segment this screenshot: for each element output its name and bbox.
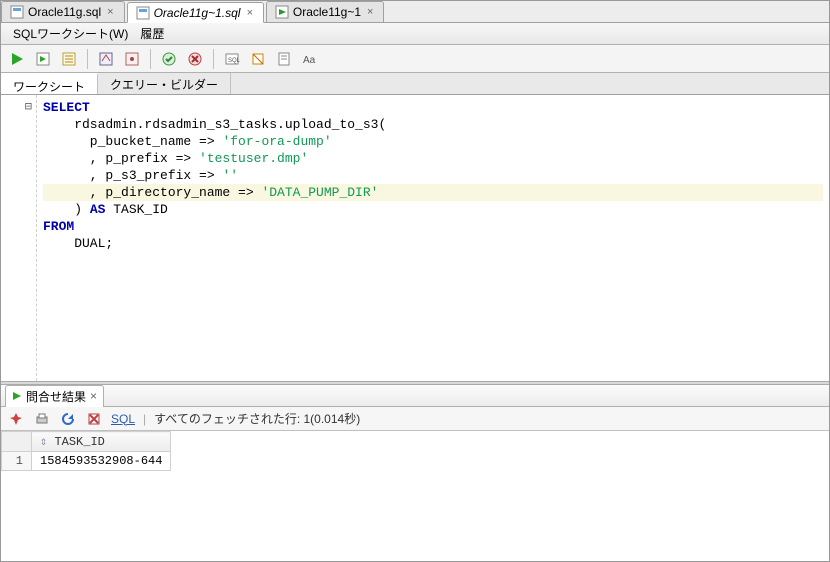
- string-literal: 'for-ora-dump': [222, 134, 331, 149]
- separator: [213, 49, 214, 69]
- pin-icon[interactable]: [7, 410, 25, 428]
- kw-from: FROM: [43, 219, 74, 234]
- result-toolbar: SQL | すべてのフェッチされた行: 1(0.014秒): [1, 407, 829, 431]
- unshared-sql-icon[interactable]: SQL: [222, 49, 242, 69]
- svg-text:Aa: Aa: [303, 55, 316, 66]
- toolbar: SQL Aa: [1, 45, 829, 73]
- autotrace-icon[interactable]: [96, 49, 116, 69]
- sql-file-icon: [10, 5, 24, 19]
- menubar: SQLワークシート(W) 履歴: [1, 23, 829, 45]
- print-icon[interactable]: [33, 410, 51, 428]
- kw-select: SELECT: [43, 100, 90, 115]
- fold-marker-icon[interactable]: ⊟: [1, 99, 36, 113]
- file-tabs: Oracle11g.sql × Oracle11g~1.sql × Oracle…: [1, 1, 829, 23]
- sql-editor[interactable]: ⊟ SELECT rdsadmin.rdsadmin_s3_tasks.uplo…: [1, 95, 829, 381]
- code-area[interactable]: SELECT rdsadmin.rdsadmin_s3_tasks.upload…: [37, 95, 829, 381]
- separator: [150, 49, 151, 69]
- clear-icon[interactable]: [248, 49, 268, 69]
- separator: [87, 49, 88, 69]
- refresh-icon[interactable]: [59, 410, 77, 428]
- run-icon[interactable]: [7, 49, 27, 69]
- result-tabs: 問合せ結果 ×: [1, 385, 829, 407]
- gutter: ⊟: [1, 95, 37, 381]
- column-label: TASK_ID: [54, 435, 104, 449]
- code-line: rdsadmin.rdsadmin_s3_tasks.upload_to_s3(: [43, 117, 386, 132]
- row-number: 1: [2, 452, 32, 471]
- file-tab-label: Oracle11g.sql: [28, 5, 101, 19]
- rownum-header[interactable]: [2, 432, 32, 452]
- code-line: DUAL;: [43, 236, 113, 251]
- file-tab-oracle11g1-sql[interactable]: Oracle11g~1.sql ×: [127, 2, 264, 23]
- sql-file-icon: [136, 6, 150, 20]
- tab-worksheet[interactable]: ワークシート: [1, 73, 98, 94]
- file-tab-label: Oracle11g~1: [293, 5, 361, 19]
- result-grid[interactable]: ⇕ TASK_ID 1 1584593532908-644: [1, 431, 829, 561]
- table-row[interactable]: 1 1584593532908-644: [2, 452, 171, 471]
- rollback-icon[interactable]: [185, 49, 205, 69]
- sql-link[interactable]: SQL: [111, 412, 135, 426]
- result-table: ⇕ TASK_ID 1 1584593532908-644: [1, 431, 171, 471]
- string-literal: 'testuser.dmp': [199, 151, 308, 166]
- menu-worksheet[interactable]: SQLワークシート(W): [7, 23, 134, 44]
- file-tab-oracle11g1-run[interactable]: Oracle11g~1 ×: [266, 1, 385, 22]
- menu-history[interactable]: 履歴: [134, 23, 170, 44]
- string-literal: 'DATA_PUMP_DIR': [261, 185, 378, 200]
- cancel-icon[interactable]: [85, 410, 103, 428]
- result-tab-label: 問合せ結果: [26, 388, 86, 405]
- svg-text:SQL: SQL: [228, 58, 240, 64]
- commit-icon[interactable]: [159, 49, 179, 69]
- results-pane: 問合せ結果 × SQL | すべてのフェッチされた行: 1(0.014秒) ⇕ …: [1, 385, 829, 561]
- file-tab-oracle11g-sql[interactable]: Oracle11g.sql ×: [1, 1, 125, 22]
- fetch-status: すべてのフェッチされた行: 1(0.014秒): [154, 410, 360, 427]
- code-line: p_bucket_name =>: [43, 134, 222, 149]
- close-icon[interactable]: ×: [105, 6, 115, 18]
- close-icon[interactable]: ×: [365, 6, 375, 18]
- code-line: , p_prefix =>: [43, 151, 199, 166]
- cell-task-id: 1584593532908-644: [32, 452, 171, 471]
- code-line: ): [43, 202, 90, 217]
- app-root: Oracle11g.sql × Oracle11g~1.sql × Oracle…: [0, 0, 830, 562]
- file-tab-label: Oracle11g~1.sql: [154, 6, 241, 20]
- close-icon[interactable]: ×: [244, 7, 254, 19]
- column-sort-icon: ⇕: [40, 435, 47, 449]
- explain-plan-icon[interactable]: [59, 49, 79, 69]
- run-file-icon: [275, 5, 289, 19]
- string-literal: '': [222, 168, 238, 183]
- run-script-icon[interactable]: [33, 49, 53, 69]
- play-result-icon: [12, 391, 22, 401]
- worksheet-tabs: ワークシート クエリー・ビルダー: [1, 73, 829, 95]
- kw-as: AS: [90, 202, 106, 217]
- code-line: , p_s3_prefix =>: [43, 168, 222, 183]
- result-tab-query[interactable]: 問合せ結果 ×: [5, 385, 104, 407]
- sql-tuning-icon[interactable]: [122, 49, 142, 69]
- current-line: , p_directory_name => 'DATA_PUMP_DIR': [43, 184, 823, 201]
- column-header-task-id[interactable]: ⇕ TASK_ID: [32, 432, 171, 452]
- case-icon[interactable]: Aa: [300, 49, 320, 69]
- history-icon[interactable]: [274, 49, 294, 69]
- tab-query-builder[interactable]: クエリー・ビルダー: [98, 73, 231, 94]
- close-icon[interactable]: ×: [90, 389, 97, 403]
- code-line: , p_directory_name =>: [43, 185, 261, 200]
- code-line: TASK_ID: [105, 202, 167, 217]
